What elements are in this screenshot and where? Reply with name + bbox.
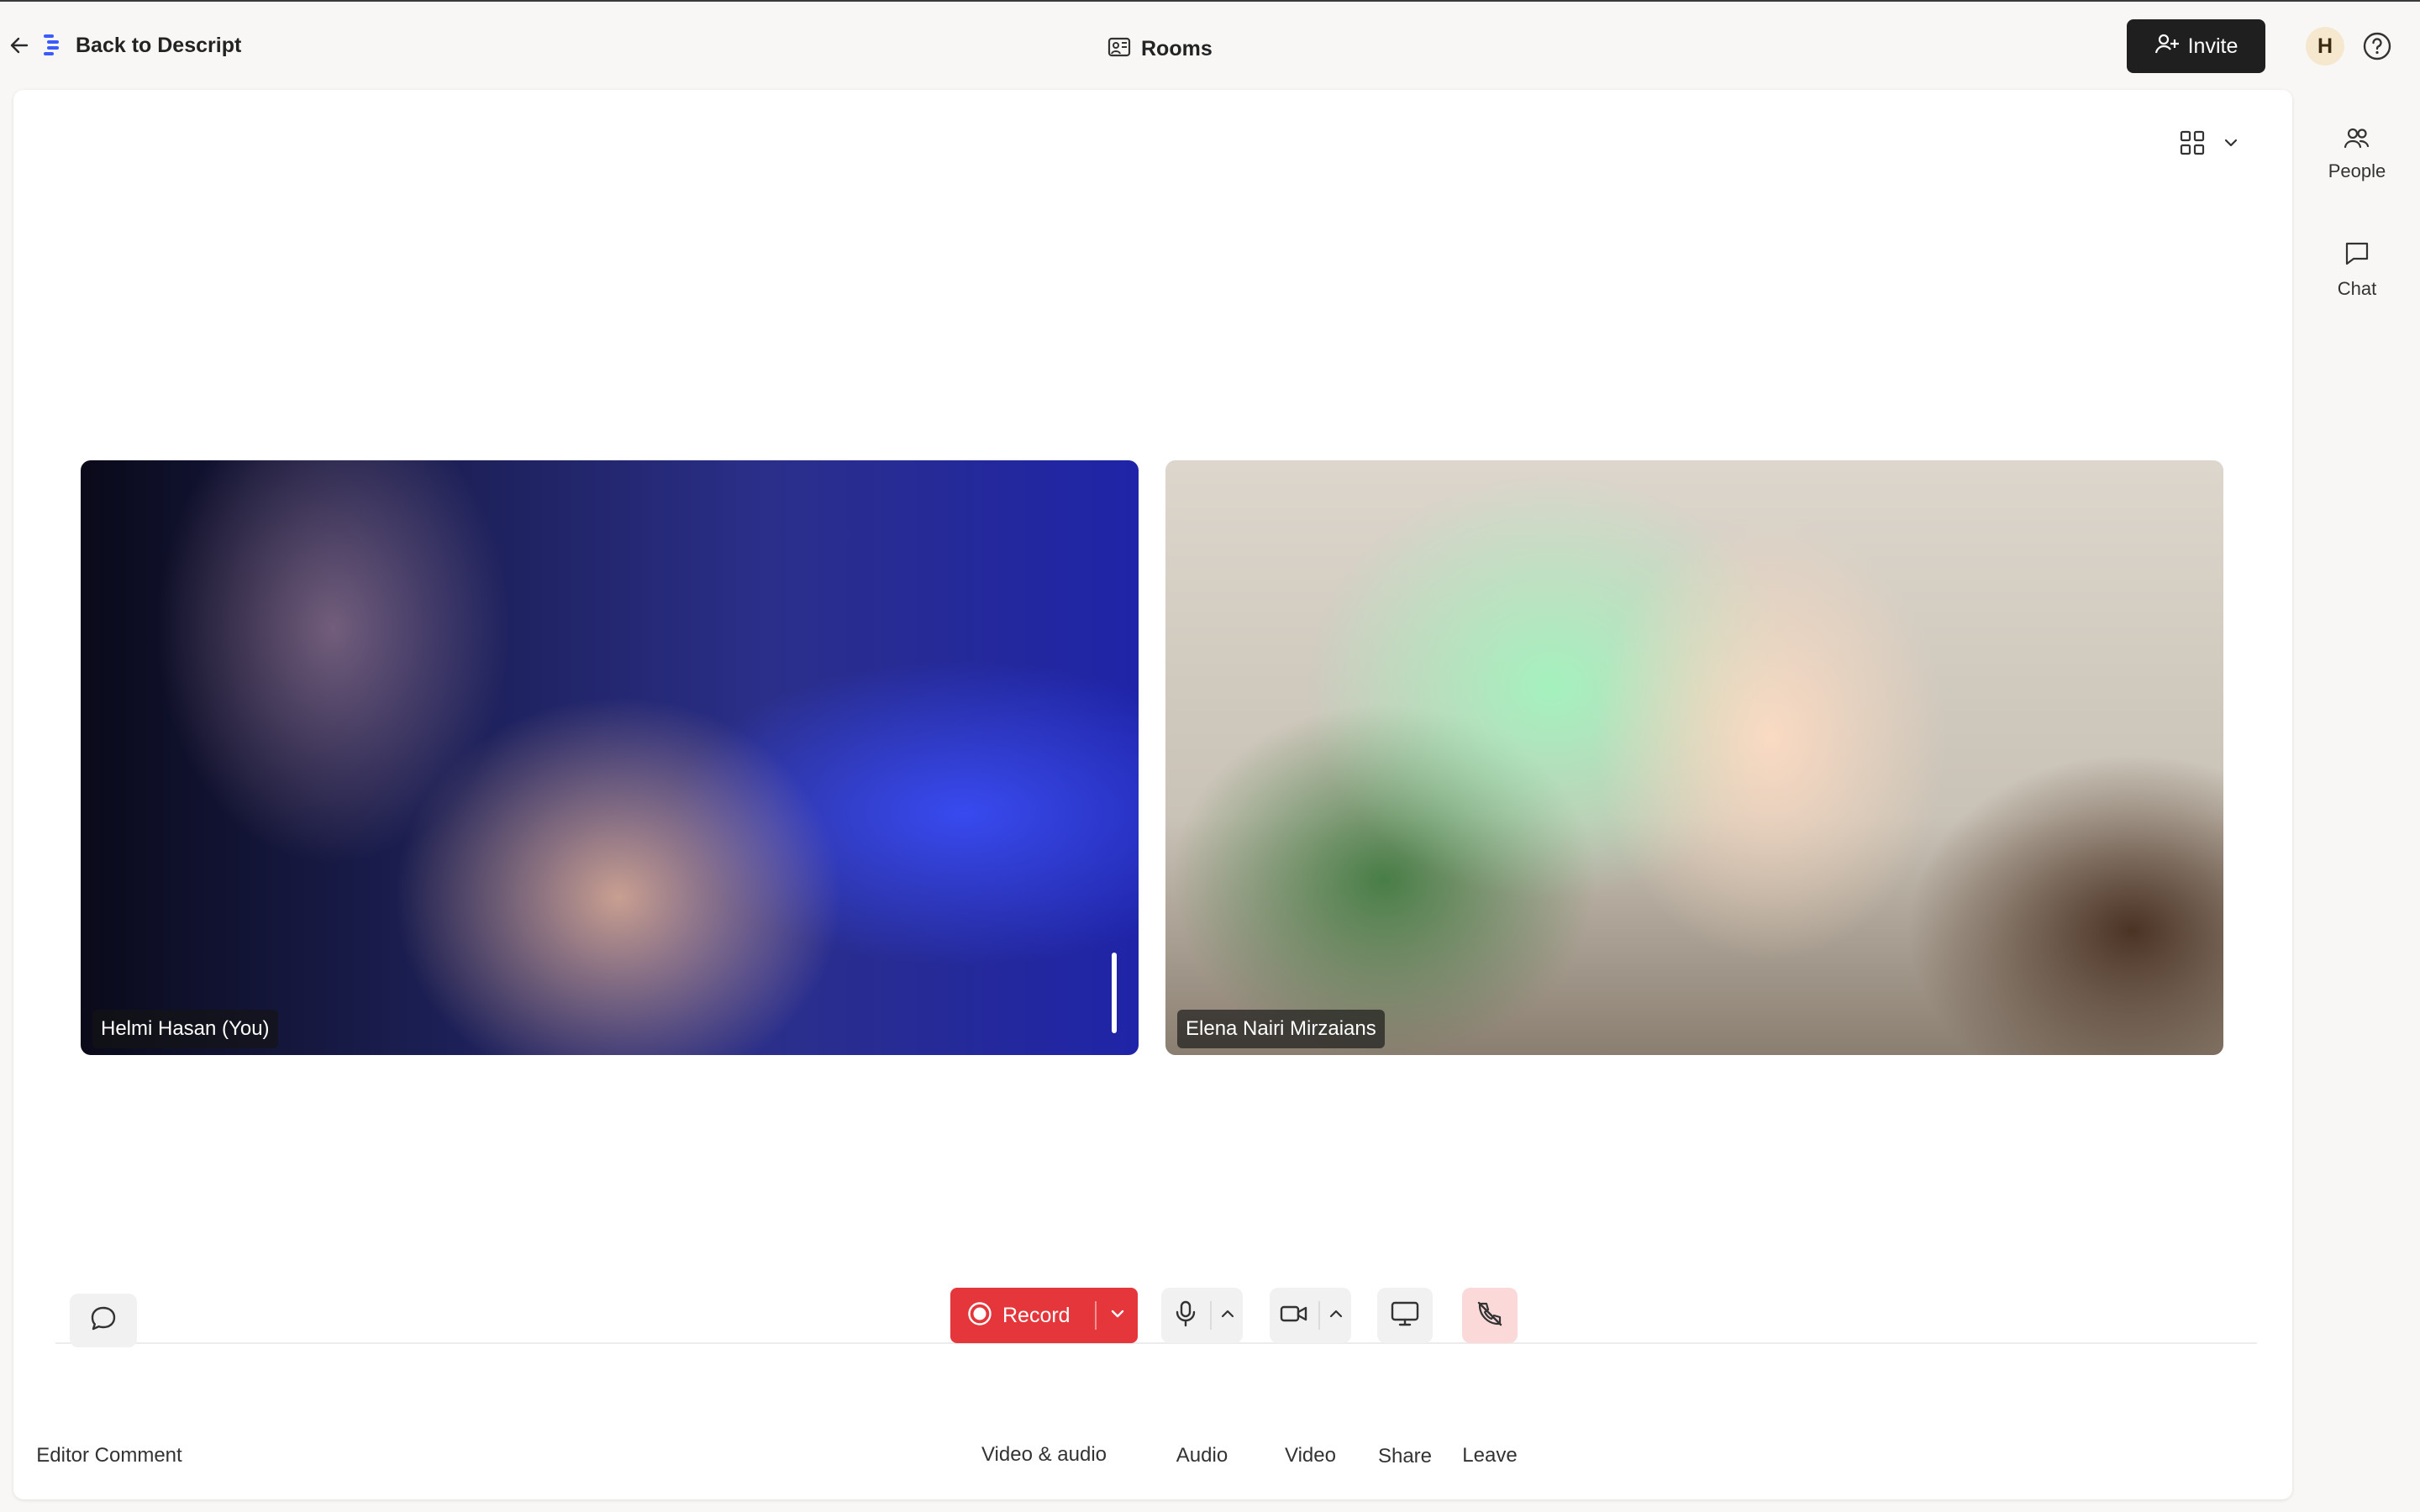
record-label: Record xyxy=(1002,1303,1071,1327)
video-tile-self[interactable]: Helmi Hasan (You) xyxy=(81,460,1139,1055)
chevron-up-icon xyxy=(1220,1308,1235,1323)
chevron-up-icon xyxy=(1328,1308,1344,1323)
invite-label: Invite xyxy=(2187,34,2238,58)
audio-level-indicator xyxy=(1112,953,1117,1033)
chat-icon xyxy=(2344,240,2370,271)
avatar[interactable]: H xyxy=(2306,27,2344,66)
record-icon xyxy=(967,1301,992,1331)
leave-call-button[interactable] xyxy=(1462,1288,1518,1343)
audio-label: Audio xyxy=(1176,1444,1228,1467)
back-link-label: Back to Descript xyxy=(76,33,242,57)
arrow-left-icon xyxy=(8,34,30,56)
controls-divider xyxy=(55,1342,2257,1344)
record-options-dropdown[interactable] xyxy=(1097,1288,1138,1343)
help-icon[interactable] xyxy=(2362,31,2392,61)
record-mode-label: Video & audio xyxy=(981,1443,1107,1466)
monitor-icon xyxy=(1391,1300,1419,1331)
editor-comment-label: Editor Comment xyxy=(36,1444,182,1467)
leave-label: Leave xyxy=(1462,1444,1518,1467)
page-title-label: Rooms xyxy=(1141,36,1213,60)
sidebar-item-people[interactable]: People xyxy=(2319,126,2395,182)
editor-comment-button[interactable] xyxy=(70,1294,137,1347)
sidebar-item-chat[interactable]: Chat xyxy=(2319,240,2395,300)
video-control xyxy=(1270,1288,1351,1343)
sidebar-item-label: Chat xyxy=(2337,278,2377,299)
record-button[interactable]: Record xyxy=(950,1288,1138,1343)
audio-options-dropdown[interactable] xyxy=(1212,1288,1243,1343)
top-bar: Back to Descript Rooms Invite H xyxy=(0,2,2420,89)
participant-name-tag: Elena Nairi Mirzaians xyxy=(1177,1010,1385,1048)
video-tile-participant[interactable]: Elena Nairi Mirzaians xyxy=(1165,460,2223,1055)
chevron-down-icon xyxy=(2223,137,2238,152)
sidebar-item-label: People xyxy=(2328,160,2386,181)
grid-layout-icon xyxy=(2180,130,2205,160)
layout-toggle[interactable] xyxy=(2180,123,2247,165)
video-options-dropdown[interactable] xyxy=(1320,1288,1351,1343)
call-stage: Helmi Hasan (You) Elena Nairi Mirzaians xyxy=(13,90,2292,1499)
rooms-icon xyxy=(1107,36,1131,62)
audio-control xyxy=(1161,1288,1243,1343)
back-to-descript-link[interactable]: Back to Descript xyxy=(8,29,241,62)
descript-logo-icon xyxy=(42,33,64,58)
microphone-icon xyxy=(1174,1299,1197,1332)
share-screen-button[interactable] xyxy=(1377,1288,1433,1343)
add-person-icon xyxy=(2154,33,2180,60)
phone-hangup-icon xyxy=(1475,1299,1505,1333)
record-start[interactable]: Record xyxy=(950,1288,1095,1343)
chevron-down-icon xyxy=(1110,1308,1125,1323)
comment-bubble-icon xyxy=(88,1304,118,1338)
microphone-toggle[interactable] xyxy=(1161,1288,1210,1343)
camera-toggle[interactable] xyxy=(1270,1288,1318,1343)
page-title: Rooms xyxy=(1107,32,1213,66)
participant-name-tag: Helmi Hasan (You) xyxy=(92,1010,278,1048)
invite-button[interactable]: Invite xyxy=(2127,19,2265,73)
video-label: Video xyxy=(1285,1444,1336,1467)
people-icon xyxy=(2344,126,2370,154)
share-label: Share xyxy=(1377,1445,1433,1467)
video-camera-icon xyxy=(1280,1303,1308,1329)
